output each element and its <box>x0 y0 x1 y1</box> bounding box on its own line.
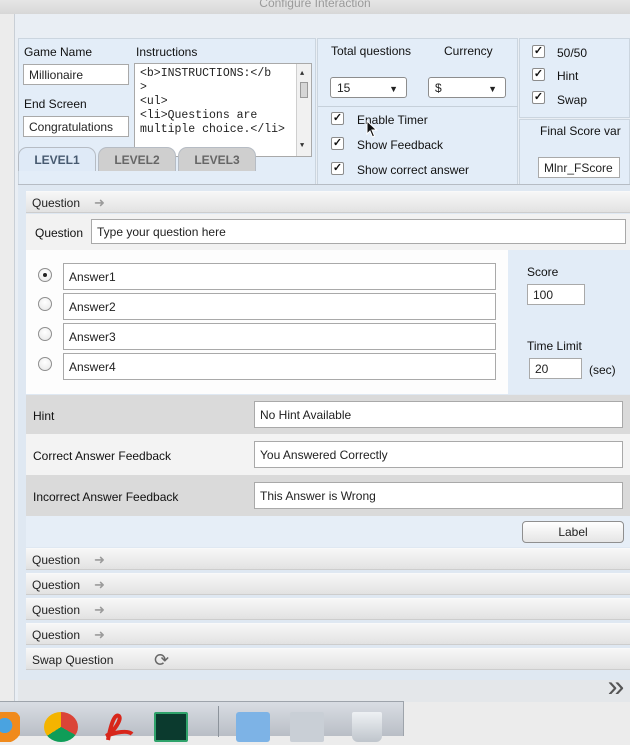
final-score-input[interactable]: Mlnr_FScore <box>538 157 620 178</box>
tab-level1[interactable]: LEVEL1 <box>18 147 96 171</box>
instructions-line: <b>INSTRUCTIONS:</b <box>140 67 272 80</box>
folder-icon[interactable] <box>236 712 270 742</box>
question-header-bar[interactable]: Question ➜ <box>26 191 630 213</box>
arrow-right-icon: ➜ <box>94 195 105 210</box>
currency-select[interactable]: $ ▼ <box>428 77 506 98</box>
game-name-label: Game Name <box>24 45 93 59</box>
time-limit-unit: (sec) <box>589 363 616 377</box>
hint-lifeline-label: Hint <box>557 69 579 83</box>
question-bar-label: Question <box>32 553 81 567</box>
mouse-cursor-icon <box>366 120 378 138</box>
question-header-label: Question <box>32 196 81 210</box>
instructions-scrollbar[interactable]: ▲ ▼ <box>296 64 311 156</box>
dock-separator <box>218 706 219 737</box>
total-questions-value: 15 <box>337 80 351 95</box>
window-preview-icon[interactable] <box>290 712 324 742</box>
swap-lifeline-checkbox[interactable]: ✓ <box>532 91 545 104</box>
currency-label: Currency <box>444 44 493 58</box>
answer-input-2[interactable]: Answer2 <box>63 293 496 320</box>
arrow-right-icon: ➜ <box>94 602 105 617</box>
hint-label: Hint <box>33 409 55 423</box>
game-name-input[interactable]: Millionaire <box>23 64 129 85</box>
fifty-fifty-checkbox[interactable]: ✓ <box>532 45 545 58</box>
instructions-label: Instructions <box>136 45 198 59</box>
question-bar-label: Question <box>32 578 81 592</box>
total-questions-select[interactable]: 15 ▼ <box>330 77 407 98</box>
window-title: Configure Interaction <box>259 0 371 10</box>
chrome-icon[interactable] <box>44 712 78 742</box>
scroll-thumb[interactable] <box>300 82 308 98</box>
divider <box>318 106 518 107</box>
question-bar-label: Question <box>32 603 81 617</box>
show-correct-answer-label: Show correct answer <box>357 163 470 177</box>
correct-feedback-label: Correct Answer Feedback <box>33 449 172 463</box>
next-button[interactable]: » <box>602 672 630 702</box>
firefox-icon[interactable] <box>0 712 20 742</box>
show-feedback-label: Show Feedback <box>357 138 444 152</box>
hint-input[interactable]: No Hint Available <box>254 401 623 428</box>
answer-radio-1[interactable] <box>38 268 52 282</box>
tab-level2[interactable]: LEVEL2 <box>98 147 176 171</box>
question-input[interactable]: Type your question here <box>91 219 626 244</box>
bottom-strip <box>18 680 630 702</box>
question-bar[interactable]: Question ➜ <box>26 598 630 620</box>
label-button[interactable]: Label <box>522 521 624 543</box>
currency-value: $ <box>435 80 442 95</box>
enable-timer-checkbox[interactable]: ✓ <box>331 112 344 125</box>
show-feedback-checkbox[interactable]: ✓ <box>331 137 344 150</box>
score-input[interactable]: 100 <box>527 284 585 305</box>
answer-radio-2[interactable] <box>38 297 52 311</box>
correct-feedback-input[interactable]: You Answered Correctly <box>254 441 623 468</box>
instructions-line: <ul> <box>140 95 168 108</box>
question-bar[interactable]: Question ➜ <box>26 623 630 645</box>
final-score-label: Final Score var <box>540 124 621 138</box>
question-bar[interactable]: Question ➜ <box>26 548 630 570</box>
dock <box>0 701 404 742</box>
acrobat-icon[interactable] <box>102 712 136 742</box>
answer-radio-3[interactable] <box>38 327 52 341</box>
arrow-right-icon: ➜ <box>94 552 105 567</box>
score-label: Score <box>527 265 559 279</box>
question-label: Question <box>35 226 84 240</box>
captivate-icon[interactable] <box>154 712 188 742</box>
total-questions-label: Total questions <box>331 44 412 58</box>
question-bar-label: Question <box>32 628 81 642</box>
tab-level3[interactable]: LEVEL3 <box>178 147 256 171</box>
window-titlebar: Configure Interaction <box>0 0 630 14</box>
instructions-line: > <box>140 81 147 94</box>
scroll-down-icon[interactable]: ▼ <box>300 139 304 153</box>
trash-icon[interactable] <box>352 712 382 742</box>
chevron-down-icon: ▼ <box>488 84 497 94</box>
incorrect-feedback-input[interactable]: This Answer is Wrong <box>254 482 623 509</box>
instructions-textarea[interactable]: <b>INSTRUCTIONS:</b > <ul> <li>Questions… <box>134 63 312 157</box>
arrow-right-icon: ➜ <box>94 627 105 642</box>
chevron-down-icon: ▼ <box>389 84 398 94</box>
answer-radio-4[interactable] <box>38 357 52 371</box>
refresh-icon[interactable]: ⟳ <box>154 650 169 671</box>
show-correct-answer-checkbox[interactable]: ✓ <box>331 162 344 175</box>
scroll-up-icon[interactable]: ▲ <box>300 67 304 81</box>
time-limit-input[interactable]: 20 <box>529 358 582 379</box>
question-bar[interactable]: Question ➜ <box>26 573 630 595</box>
swap-question-bar[interactable]: Swap Question ⟳ <box>26 648 630 670</box>
answer-input-3[interactable]: Answer3 <box>63 323 496 350</box>
time-limit-label: Time Limit <box>527 339 582 353</box>
answer-input-1[interactable]: Answer1 <box>63 263 496 290</box>
arrow-right-icon: ➜ <box>94 577 105 592</box>
hint-lifeline-checkbox[interactable]: ✓ <box>532 68 545 81</box>
end-screen-label: End Screen <box>24 97 87 111</box>
end-screen-input[interactable]: Congratulations <box>23 116 129 137</box>
instructions-line: <li>Questions are <box>140 109 258 122</box>
answer-input-4[interactable]: Answer4 <box>63 353 496 380</box>
instructions-line: multiple choice.</li> <box>140 123 285 136</box>
swap-question-label: Swap Question <box>32 653 114 667</box>
incorrect-feedback-label: Incorrect Answer Feedback <box>33 490 179 504</box>
fifty-fifty-label: 50/50 <box>557 46 588 60</box>
swap-lifeline-label: Swap <box>557 93 588 107</box>
